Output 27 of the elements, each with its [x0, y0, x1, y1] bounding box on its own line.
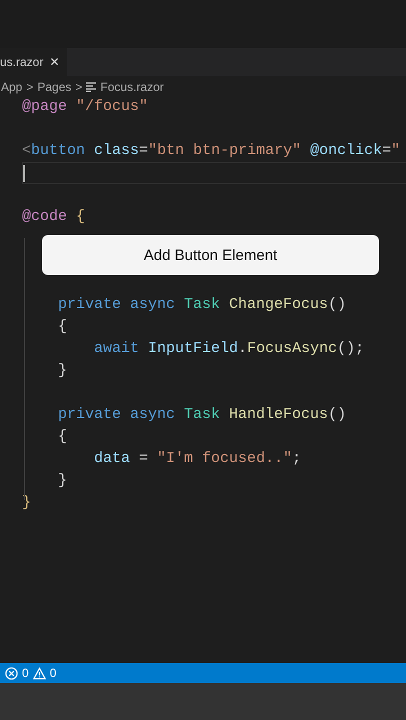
code-line: <button class="btn btn-primary" @onclick=" — [22, 141, 400, 161]
error-icon[interactable] — [5, 666, 18, 680]
code-line: { — [57, 317, 68, 337]
code-line: private async Task ChangeFocus() — [57, 295, 346, 315]
text-cursor — [23, 165, 25, 182]
error-count[interactable]: 0 — [22, 666, 29, 680]
caption-banner: Add Button Element — [42, 235, 379, 275]
code-line: { — [57, 427, 68, 447]
breadcrumb-item[interactable]: App — [1, 80, 22, 94]
close-icon[interactable]: ✕ — [49, 55, 60, 69]
warning-count[interactable]: 0 — [50, 666, 56, 680]
breadcrumb-item[interactable]: Pages — [37, 80, 72, 94]
code-line: } — [22, 493, 32, 513]
breadcrumb-item[interactable]: Focus.razor — [100, 80, 164, 94]
editor-tab[interactable]: us.razor ✕ — [0, 48, 68, 76]
tab-label: us.razor — [0, 55, 44, 69]
code-line: await InputField.FocusAsync(); — [93, 339, 364, 359]
chevron: > — [26, 80, 34, 94]
lines-icon — [86, 82, 96, 92]
warning-icon[interactable] — [32, 666, 46, 680]
code-line: @code { — [22, 207, 86, 227]
code-line: private async Task HandleFocus() — [57, 405, 346, 425]
code-line: @page "/focus" — [22, 97, 148, 117]
code-line: } — [57, 471, 68, 491]
chevron: > — [75, 80, 82, 94]
code-line: } — [57, 361, 68, 381]
code-line: data = "I'm focused.."; — [93, 449, 302, 469]
